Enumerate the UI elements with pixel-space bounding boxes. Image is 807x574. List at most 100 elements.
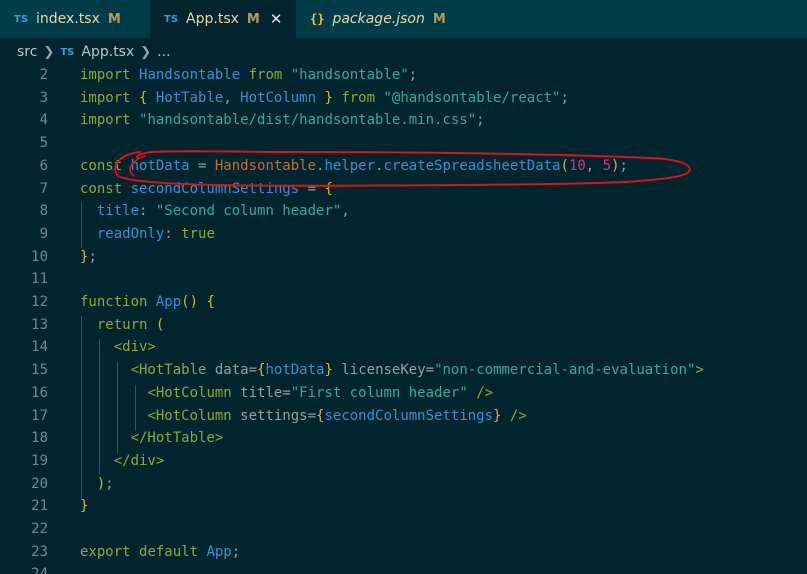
code-token: HotColumn (240, 89, 325, 106)
line-number: 12 (31, 294, 48, 310)
tab-package-json[interactable]: {} package.json M (296, 0, 456, 38)
code-token: const (80, 180, 131, 197)
code-text: </HotTable> (80, 427, 224, 450)
code-line[interactable]: 22 (0, 518, 807, 541)
code-token: "handsontable" (290, 67, 409, 83)
tab-app-tsx[interactable]: TS App.tsx M ✕ (150, 0, 296, 38)
code-text: ); (80, 473, 114, 496)
code-text: import { HotTable, HotColumn } from "@ha… (80, 87, 569, 110)
tab-index-tsx[interactable]: TS index.tsx M (0, 0, 150, 38)
code-line[interactable]: 19 </div> (0, 450, 807, 473)
code-line[interactable]: 21} (0, 495, 807, 518)
code-line[interactable]: 23 export default App; (0, 541, 807, 564)
line-number: 14 (31, 339, 48, 356)
line-number: 5 (39, 135, 48, 152)
code-token: readOnly (96, 225, 165, 242)
code-token: true (181, 225, 215, 242)
code-line[interactable]: 17 <HotColumn settings={secondColumnSett… (0, 405, 807, 428)
code-token: createSpreadsheetData (383, 157, 561, 174)
code-token: <HotColumn (147, 407, 241, 424)
code-line[interactable]: 10}; (0, 246, 807, 269)
close-icon[interactable]: ✕ (270, 10, 283, 28)
indent-guide (135, 385, 136, 431)
code-editor[interactable]: 2423export default App;2221}20 );19 </di… (0, 66, 807, 574)
line-number: 4 (39, 112, 48, 129)
line-number: 11 (31, 271, 48, 288)
code-token: ( (560, 157, 569, 174)
code-text: <HotTable data={hotData} licenseKey="non… (80, 359, 704, 382)
code-token: ; (476, 112, 485, 129)
code-line[interactable]: 8 title: "Second column header", (0, 200, 807, 223)
breadcrumb-symbols[interactable]: ... (157, 44, 170, 60)
code-token: <HotTable (130, 362, 215, 379)
code-line[interactable]: 3 import { HotTable, HotColumn } from "@h… (0, 87, 807, 110)
code-token: <HotColumn (147, 384, 241, 401)
code-line[interactable]: 16 <HotColumn title="First column header… (0, 382, 807, 405)
line-number: 7 (39, 180, 48, 197)
breadcrumb-file[interactable]: App.tsx (81, 44, 134, 60)
tab-label: App.tsx (186, 11, 239, 27)
code-line[interactable]: 12 function App() { (0, 291, 807, 314)
code-text: <HotColumn title="First column header" /… (80, 382, 493, 405)
code-token: title (240, 384, 283, 401)
code-line[interactable]: 4 import "handsontable/dist/handsontable.… (0, 109, 807, 132)
code-token: ; (88, 248, 97, 265)
code-token: from (341, 89, 384, 106)
line-number: 24 (0, 563, 48, 574)
code-token: 5 (602, 157, 612, 174)
code-token: , (341, 203, 350, 220)
code-text: const hotData = Handsontable.helper.crea… (80, 155, 628, 178)
code-text: } (80, 495, 88, 518)
code-token: 10 (568, 157, 586, 174)
code-text: title: "Second column header", (80, 200, 350, 223)
code-line[interactable]: 5 (0, 132, 807, 155)
line-number: 19 (31, 452, 48, 469)
code-line[interactable]: 9 readOnly: true (0, 223, 807, 246)
code-token: <div> (113, 339, 156, 356)
breadcrumb: src ❯ TS App.tsx ❯ ... (0, 38, 807, 66)
code-line[interactable]: 15 <HotTable data={hotData} licenseKey="… (0, 359, 807, 382)
code-line[interactable]: 18 </HotTable> (0, 427, 807, 450)
code-line[interactable]: 14 <div> (0, 336, 807, 359)
code-line[interactable]: 24 (0, 563, 807, 574)
line-number: 17 (31, 407, 48, 424)
code-line[interactable]: 2 import Handsontable from "handsontable"… (0, 64, 807, 87)
code-token: /> (467, 384, 494, 401)
code-text: <div> (80, 336, 156, 359)
code-token: HotTable (155, 89, 224, 106)
code-line[interactable]: 20 ); (0, 473, 807, 496)
code-token: = (248, 362, 258, 379)
code-token: "@handsontable/react" (383, 89, 561, 106)
line-number: 6 (39, 157, 48, 174)
code-line[interactable]: 11 (0, 268, 807, 291)
line-number: 10 (31, 248, 48, 265)
code-token: = (425, 362, 435, 379)
code-line[interactable]: 7 const secondColumnSettings = { (0, 178, 807, 201)
vscode-editor-window: TS index.tsx M TS App.tsx M ✕ {} package… (0, 0, 807, 574)
code-token: , (585, 157, 603, 174)
code-line[interactable]: 6 const hotData = Handsontable.helper.cre… (0, 155, 807, 178)
code-token: export (80, 543, 140, 560)
breadcrumb-folder[interactable]: src (17, 44, 37, 60)
code-text: readOnly: true (80, 223, 215, 246)
code-token: = (307, 407, 317, 424)
code-text: }; (80, 246, 97, 269)
line-number: 21 (31, 498, 48, 515)
editor-tab-bar: TS index.tsx M TS App.tsx M ✕ {} package… (0, 0, 807, 38)
chevron-right-icon: ❯ (140, 44, 152, 60)
code-token: "Second column header" (155, 203, 342, 220)
modified-indicator: M (107, 11, 121, 27)
indent-guide (81, 316, 82, 498)
indent-guide (81, 202, 82, 248)
code-text: export default App; (80, 541, 240, 564)
line-number: 20 (31, 475, 48, 492)
code-token: licenseKey (332, 362, 426, 379)
code-token: "handsontable/dist/handsontable.min.css" (139, 112, 477, 129)
code-line[interactable]: 13 return ( (0, 314, 807, 337)
code-text: function App() { (80, 291, 215, 314)
